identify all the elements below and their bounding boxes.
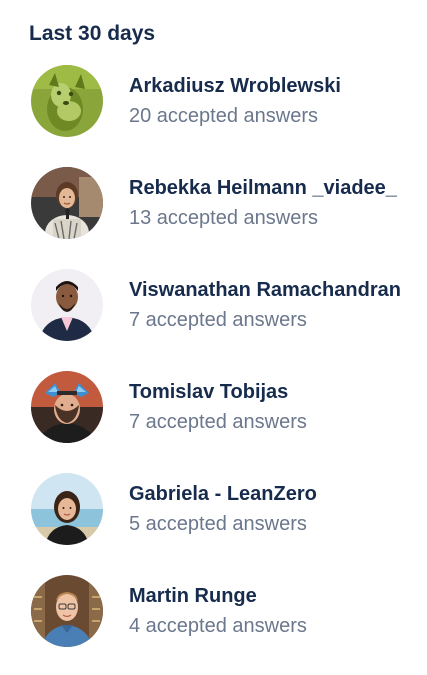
user-avatar-image: [31, 575, 103, 647]
accepted-answers-count: 7 accepted answers: [129, 411, 307, 433]
leader-name[interactable]: Martin Runge: [129, 582, 307, 610]
leader-name[interactable]: Tomislav Tobijas: [129, 378, 307, 406]
leader-row[interactable]: Martin Runge 4 accepted answers: [31, 573, 421, 649]
avatar[interactable]: [31, 269, 103, 341]
leader-info: Martin Runge 4 accepted answers: [129, 582, 307, 640]
leaderboard-list: Arkadiusz Wroblewski 20 accepted answers: [31, 63, 421, 675]
accepted-answers-count: 13 accepted answers: [129, 207, 319, 229]
avatar[interactable]: [31, 65, 103, 137]
leader-info: Rebekka Heilmann _viadee_ 13 accepted an…: [129, 174, 397, 232]
user-avatar-image: [31, 269, 103, 341]
accepted-answers-count: 4 accepted answers: [129, 615, 307, 637]
leader-row[interactable]: Gabriela - LeanZero 5 accepted answers: [31, 471, 421, 547]
section-title: Last 30 days: [29, 22, 156, 45]
avatar[interactable]: [31, 473, 103, 545]
user-avatar-image: [31, 65, 103, 137]
leader-row[interactable]: Arkadiusz Wroblewski 20 accepted answers: [31, 63, 421, 139]
avatar[interactable]: [31, 167, 103, 239]
leader-name[interactable]: Gabriela - LeanZero: [129, 480, 317, 508]
leader-name[interactable]: Viswanathan Ramachandran: [129, 276, 401, 304]
leader-info: Viswanathan Ramachandran 7 accepted answ…: [129, 276, 401, 334]
user-avatar-image: [31, 167, 103, 239]
leader-name[interactable]: Rebekka Heilmann _viadee_: [129, 174, 397, 202]
accepted-answers-count: 20 accepted answers: [129, 105, 319, 127]
leader-row[interactable]: Rebekka Heilmann _viadee_ 13 accepted an…: [31, 165, 421, 241]
leader-info: Gabriela - LeanZero 5 accepted answers: [129, 480, 317, 538]
leader-row[interactable]: Tomislav Tobijas 7 accepted answers: [31, 369, 421, 445]
avatar[interactable]: [31, 575, 103, 647]
user-avatar-image: [31, 371, 103, 443]
accepted-answers-count: 7 accepted answers: [129, 309, 307, 331]
leader-info: Tomislav Tobijas 7 accepted answers: [129, 378, 307, 436]
leader-row[interactable]: Viswanathan Ramachandran 7 accepted answ…: [31, 267, 421, 343]
user-avatar-image: [31, 473, 103, 545]
accepted-answers-count: 5 accepted answers: [129, 513, 307, 535]
leader-name[interactable]: Arkadiusz Wroblewski: [129, 72, 341, 100]
avatar[interactable]: [31, 371, 103, 443]
leader-info: Arkadiusz Wroblewski 20 accepted answers: [129, 72, 341, 130]
leaderboard-panel: Last 30 days Arkadiusz Wroblewski 20 acc…: [0, 0, 427, 663]
